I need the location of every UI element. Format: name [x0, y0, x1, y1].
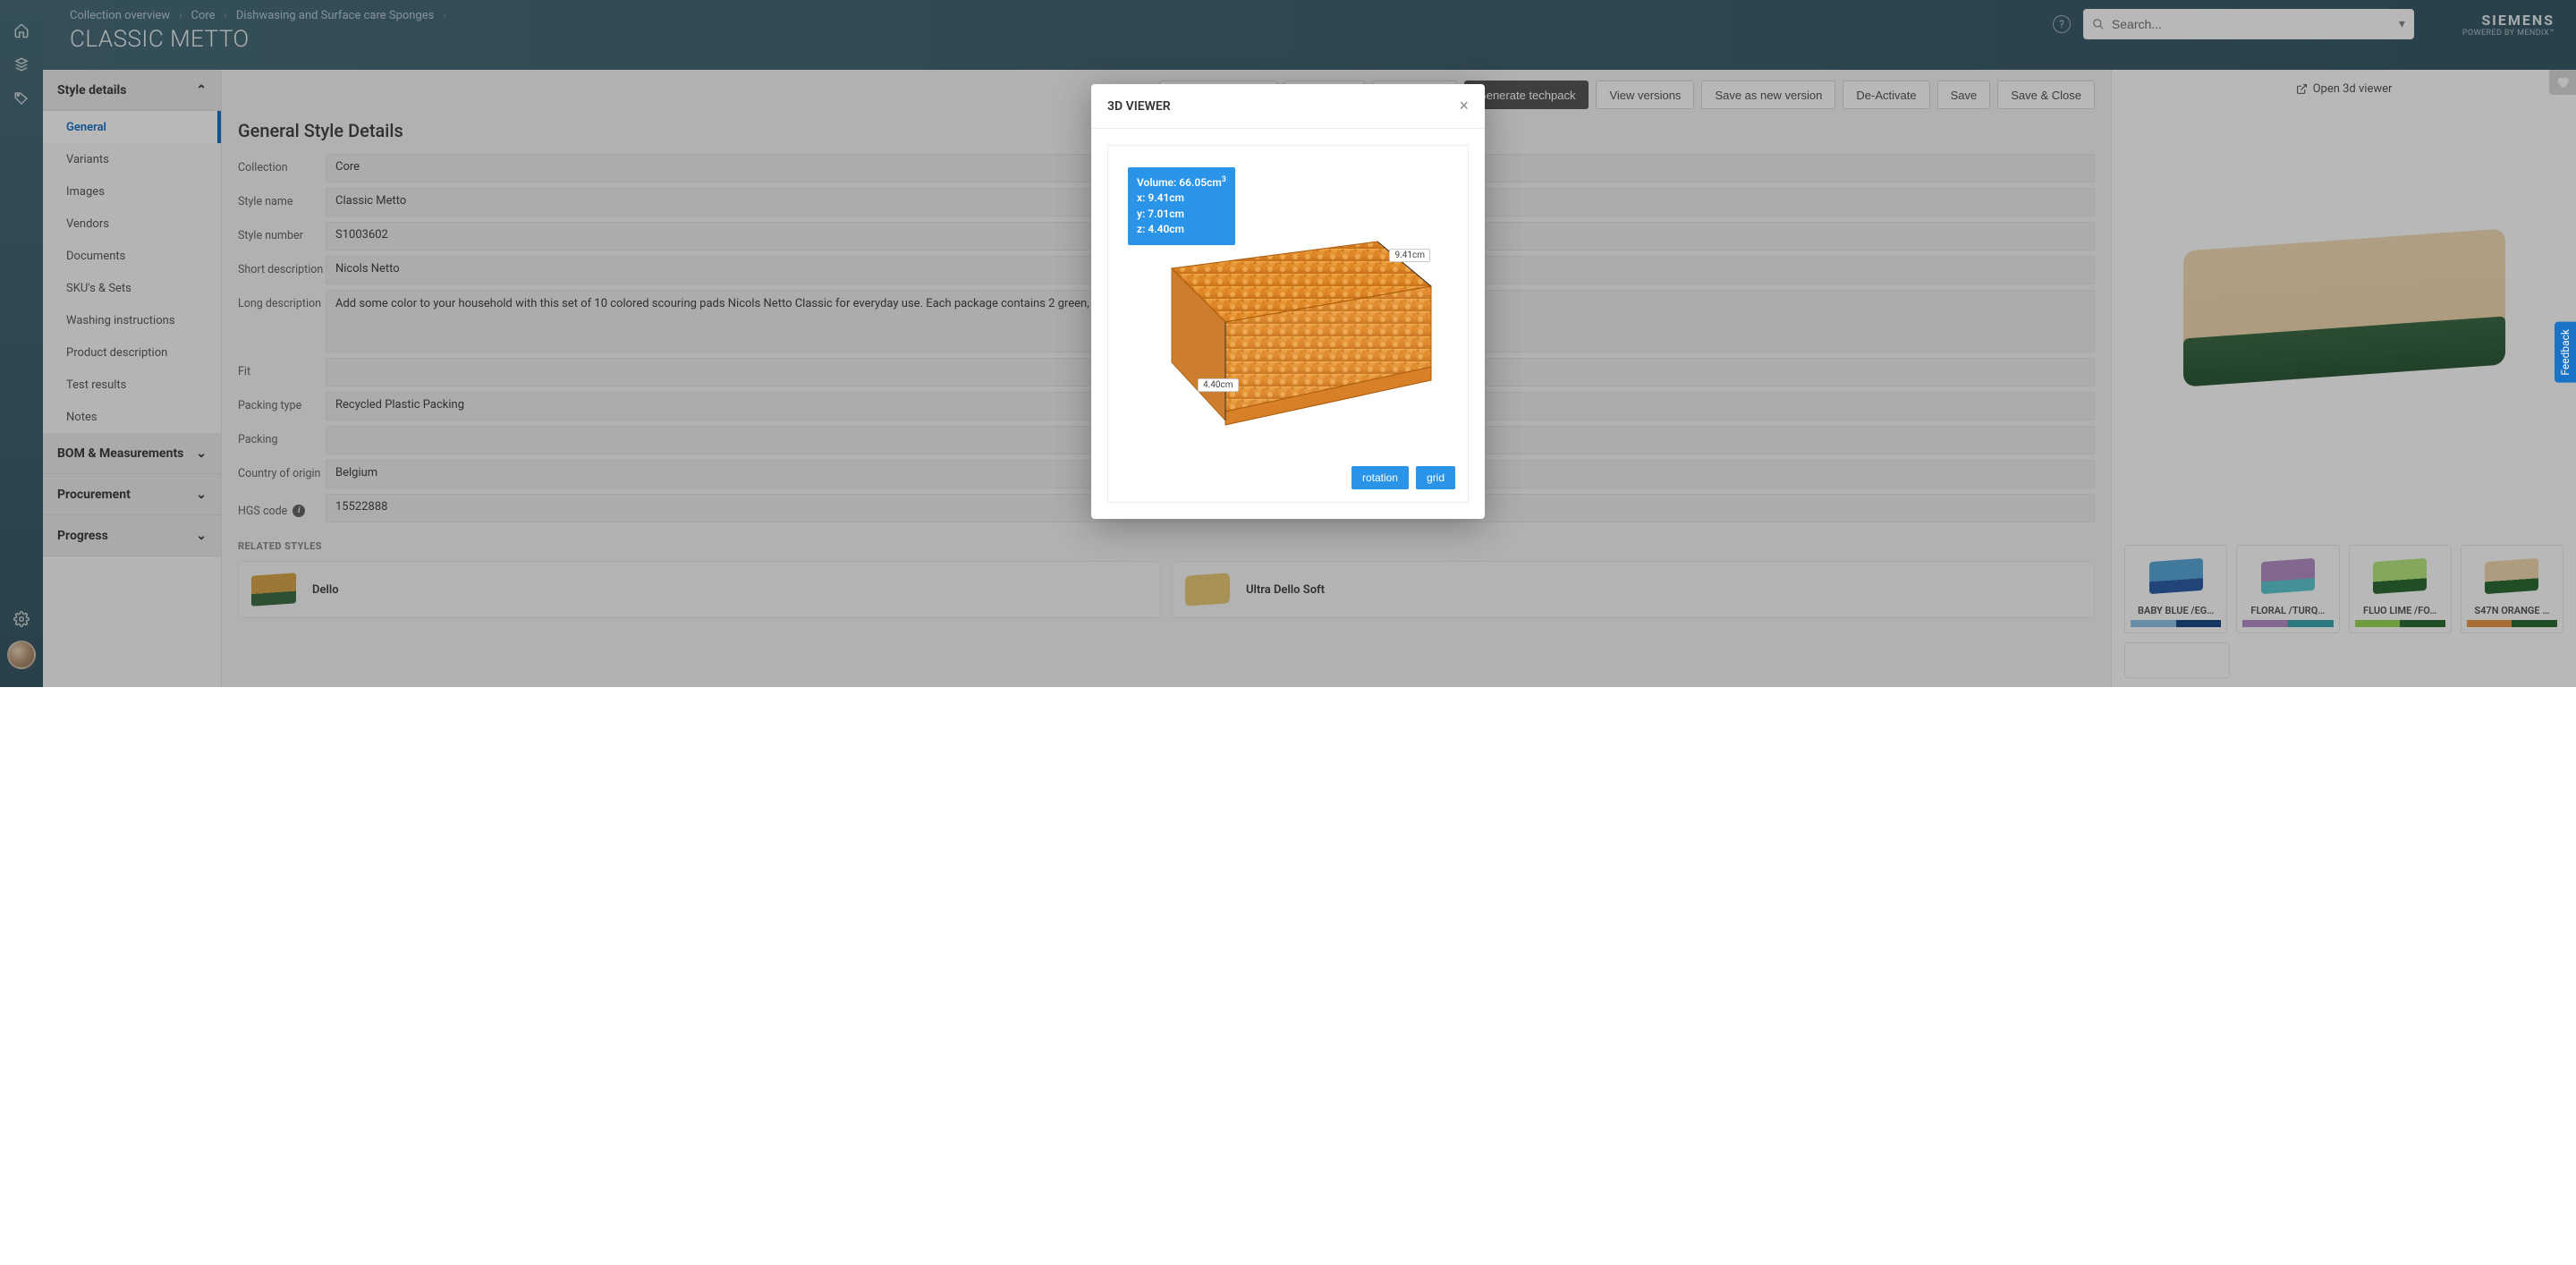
grid-button[interactable]: grid — [1416, 466, 1455, 489]
3d-viewer-canvas[interactable]: Volume: 66.05cm3 x: 9.41cm y: 7.01cm z: … — [1107, 145, 1469, 503]
rotation-button[interactable]: rotation — [1352, 466, 1409, 489]
3d-viewer-modal: 3D VIEWER × Volume: 66.05cm3 x: 9.41cm y… — [1091, 84, 1485, 519]
feedback-tab[interactable]: Feedback — [2555, 322, 2576, 383]
modal-backdrop[interactable]: 3D VIEWER × Volume: 66.05cm3 x: 9.41cm y… — [0, 0, 2576, 687]
modal-title: 3D VIEWER — [1107, 99, 1171, 114]
dimension-x-label: 9.41cm — [1389, 249, 1430, 262]
close-button[interactable]: × — [1459, 97, 1469, 115]
dimension-z-label: 4.40cm — [1198, 378, 1239, 392]
